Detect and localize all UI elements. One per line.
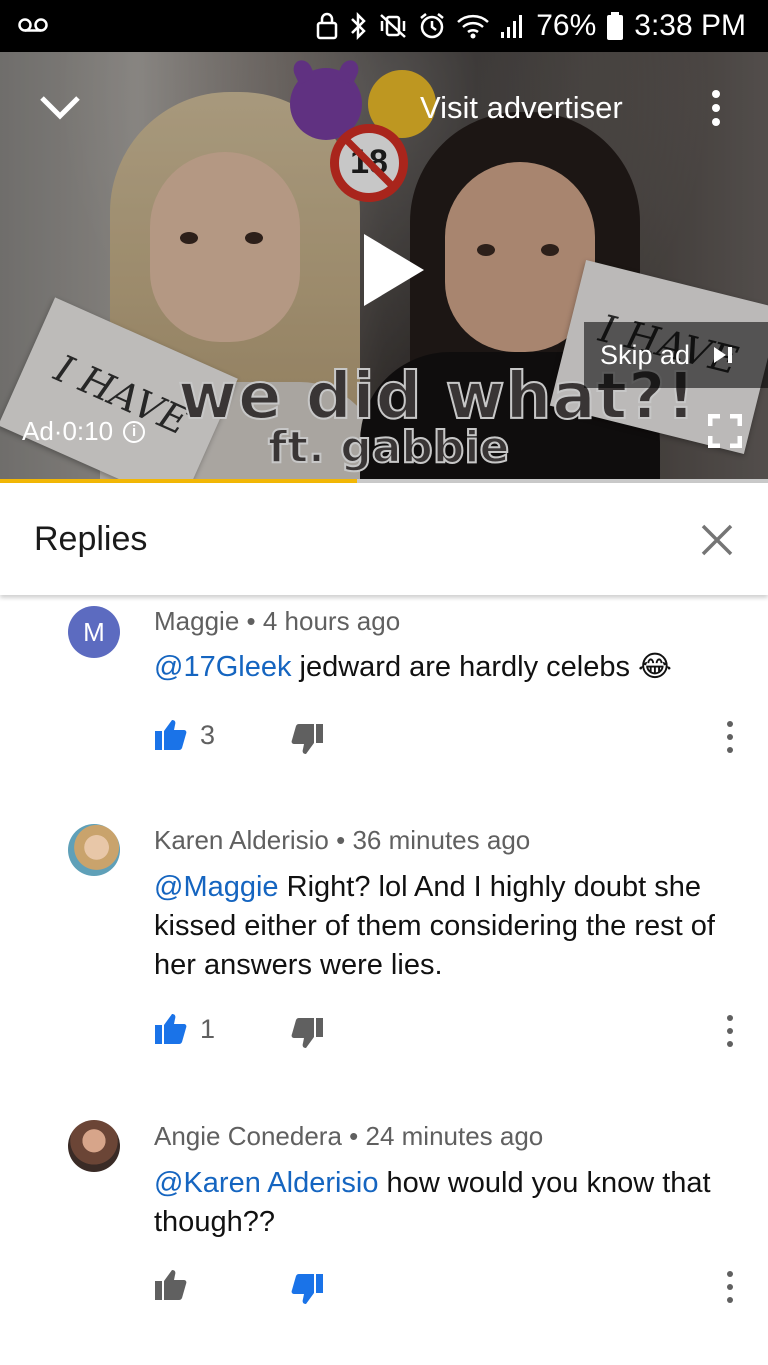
fullscreen-icon[interactable] — [708, 414, 742, 448]
laughing-emoji-icon: 😂 — [638, 651, 672, 683]
meta-separator: • — [246, 606, 263, 636]
comment-meta: Maggie • 4 hours ago — [154, 606, 400, 637]
thumbs-down-icon[interactable] — [290, 1272, 324, 1306]
comment-text: @17Gleek jedward are hardly celebs 😂 — [154, 648, 734, 687]
comment-item: Angie Conedera • 24 minutes ago @Karen A… — [0, 1110, 768, 1360]
more-vert-icon[interactable] — [720, 718, 740, 756]
info-icon[interactable]: i — [123, 420, 146, 443]
bluetooth-icon — [351, 11, 366, 41]
replies-list[interactable]: M Maggie • 4 hours ago @17Gleek jedward … — [0, 596, 768, 1365]
clock: 3:38 PM — [634, 9, 746, 42]
more-vert-icon[interactable] — [720, 1012, 740, 1050]
comment-time: 36 minutes ago — [352, 825, 531, 855]
avatar[interactable]: M — [68, 606, 120, 658]
close-icon[interactable] — [700, 523, 734, 557]
thumbs-up-icon[interactable] — [154, 1012, 188, 1046]
vibrate-mute-icon — [380, 14, 407, 38]
lock-icon — [316, 12, 338, 40]
chevron-down-icon[interactable] — [38, 92, 82, 122]
play-icon[interactable] — [358, 230, 428, 310]
avatar[interactable] — [68, 824, 120, 876]
like-count: 3 — [200, 720, 216, 750]
signal-icon — [501, 15, 523, 38]
comment-meta: Angie Conedera • 24 minutes ago — [154, 1121, 543, 1152]
more-vert-icon[interactable] — [720, 1268, 740, 1306]
voicemail-icon — [18, 18, 48, 32]
comment-body: jedward are hardly celebs — [291, 651, 630, 683]
thumbs-up-icon[interactable] — [154, 718, 188, 752]
comment-actions: 1 — [154, 1012, 754, 1052]
comment-item: M Maggie • 4 hours ago @17Gleek jedward … — [0, 596, 768, 796]
comment-mention-link[interactable]: @Maggie — [154, 871, 279, 903]
comment-text: @Karen Alderisio how would you know that… — [154, 1164, 734, 1242]
comment-author[interactable]: Maggie — [154, 606, 239, 636]
comment-time: 24 minutes ago — [365, 1121, 544, 1151]
video-player[interactable]: I HAVE I HAVE 18 we did what?! ft. gabbi… — [0, 52, 768, 482]
thumbs-down-icon[interactable] — [290, 722, 324, 756]
comment-author[interactable]: Karen Alderisio — [154, 825, 329, 855]
battery-icon — [607, 12, 624, 40]
comment-actions: 3 — [154, 718, 754, 758]
replies-header: Replies — [0, 483, 768, 595]
comment-time: 4 hours ago — [262, 606, 401, 636]
more-vert-icon[interactable] — [702, 86, 730, 130]
battery-percent: 76% — [536, 9, 597, 42]
thumbs-up-icon[interactable] — [154, 1268, 188, 1302]
skip-ad-button[interactable]: Skip ad — [584, 322, 768, 388]
comment-meta: Karen Alderisio • 36 minutes ago — [154, 825, 530, 856]
comment-actions — [154, 1268, 754, 1308]
avatar[interactable] — [68, 1120, 120, 1172]
meta-separator: • — [336, 825, 353, 855]
meta-separator: • — [349, 1121, 366, 1151]
comment-item: Karen Alderisio • 36 minutes ago @Maggie… — [0, 814, 768, 1094]
comment-text: @Maggie Right? lol And I highly doubt sh… — [154, 868, 734, 985]
comment-author[interactable]: Angie Conedera — [154, 1121, 342, 1151]
replies-title: Replies — [34, 520, 148, 558]
skip-next-icon — [714, 347, 733, 363]
status-bar: 76% 3:38 PM — [0, 0, 768, 52]
thumbs-down-icon[interactable] — [290, 1016, 324, 1050]
wifi-icon — [457, 14, 490, 39]
comment-mention-link[interactable]: @17Gleek — [154, 651, 291, 683]
comment-mention-link[interactable]: @Karen Alderisio — [154, 1167, 379, 1199]
skip-ad-label: Skip ad — [600, 339, 691, 370]
ad-countdown: Ad·0:10 i — [22, 416, 146, 447]
visit-advertiser-link[interactable]: Visit advertiser — [420, 90, 623, 126]
ad-time-label: Ad·0:10 — [22, 416, 114, 446]
alarm-icon — [420, 13, 444, 39]
like-count: 1 — [200, 1014, 216, 1044]
